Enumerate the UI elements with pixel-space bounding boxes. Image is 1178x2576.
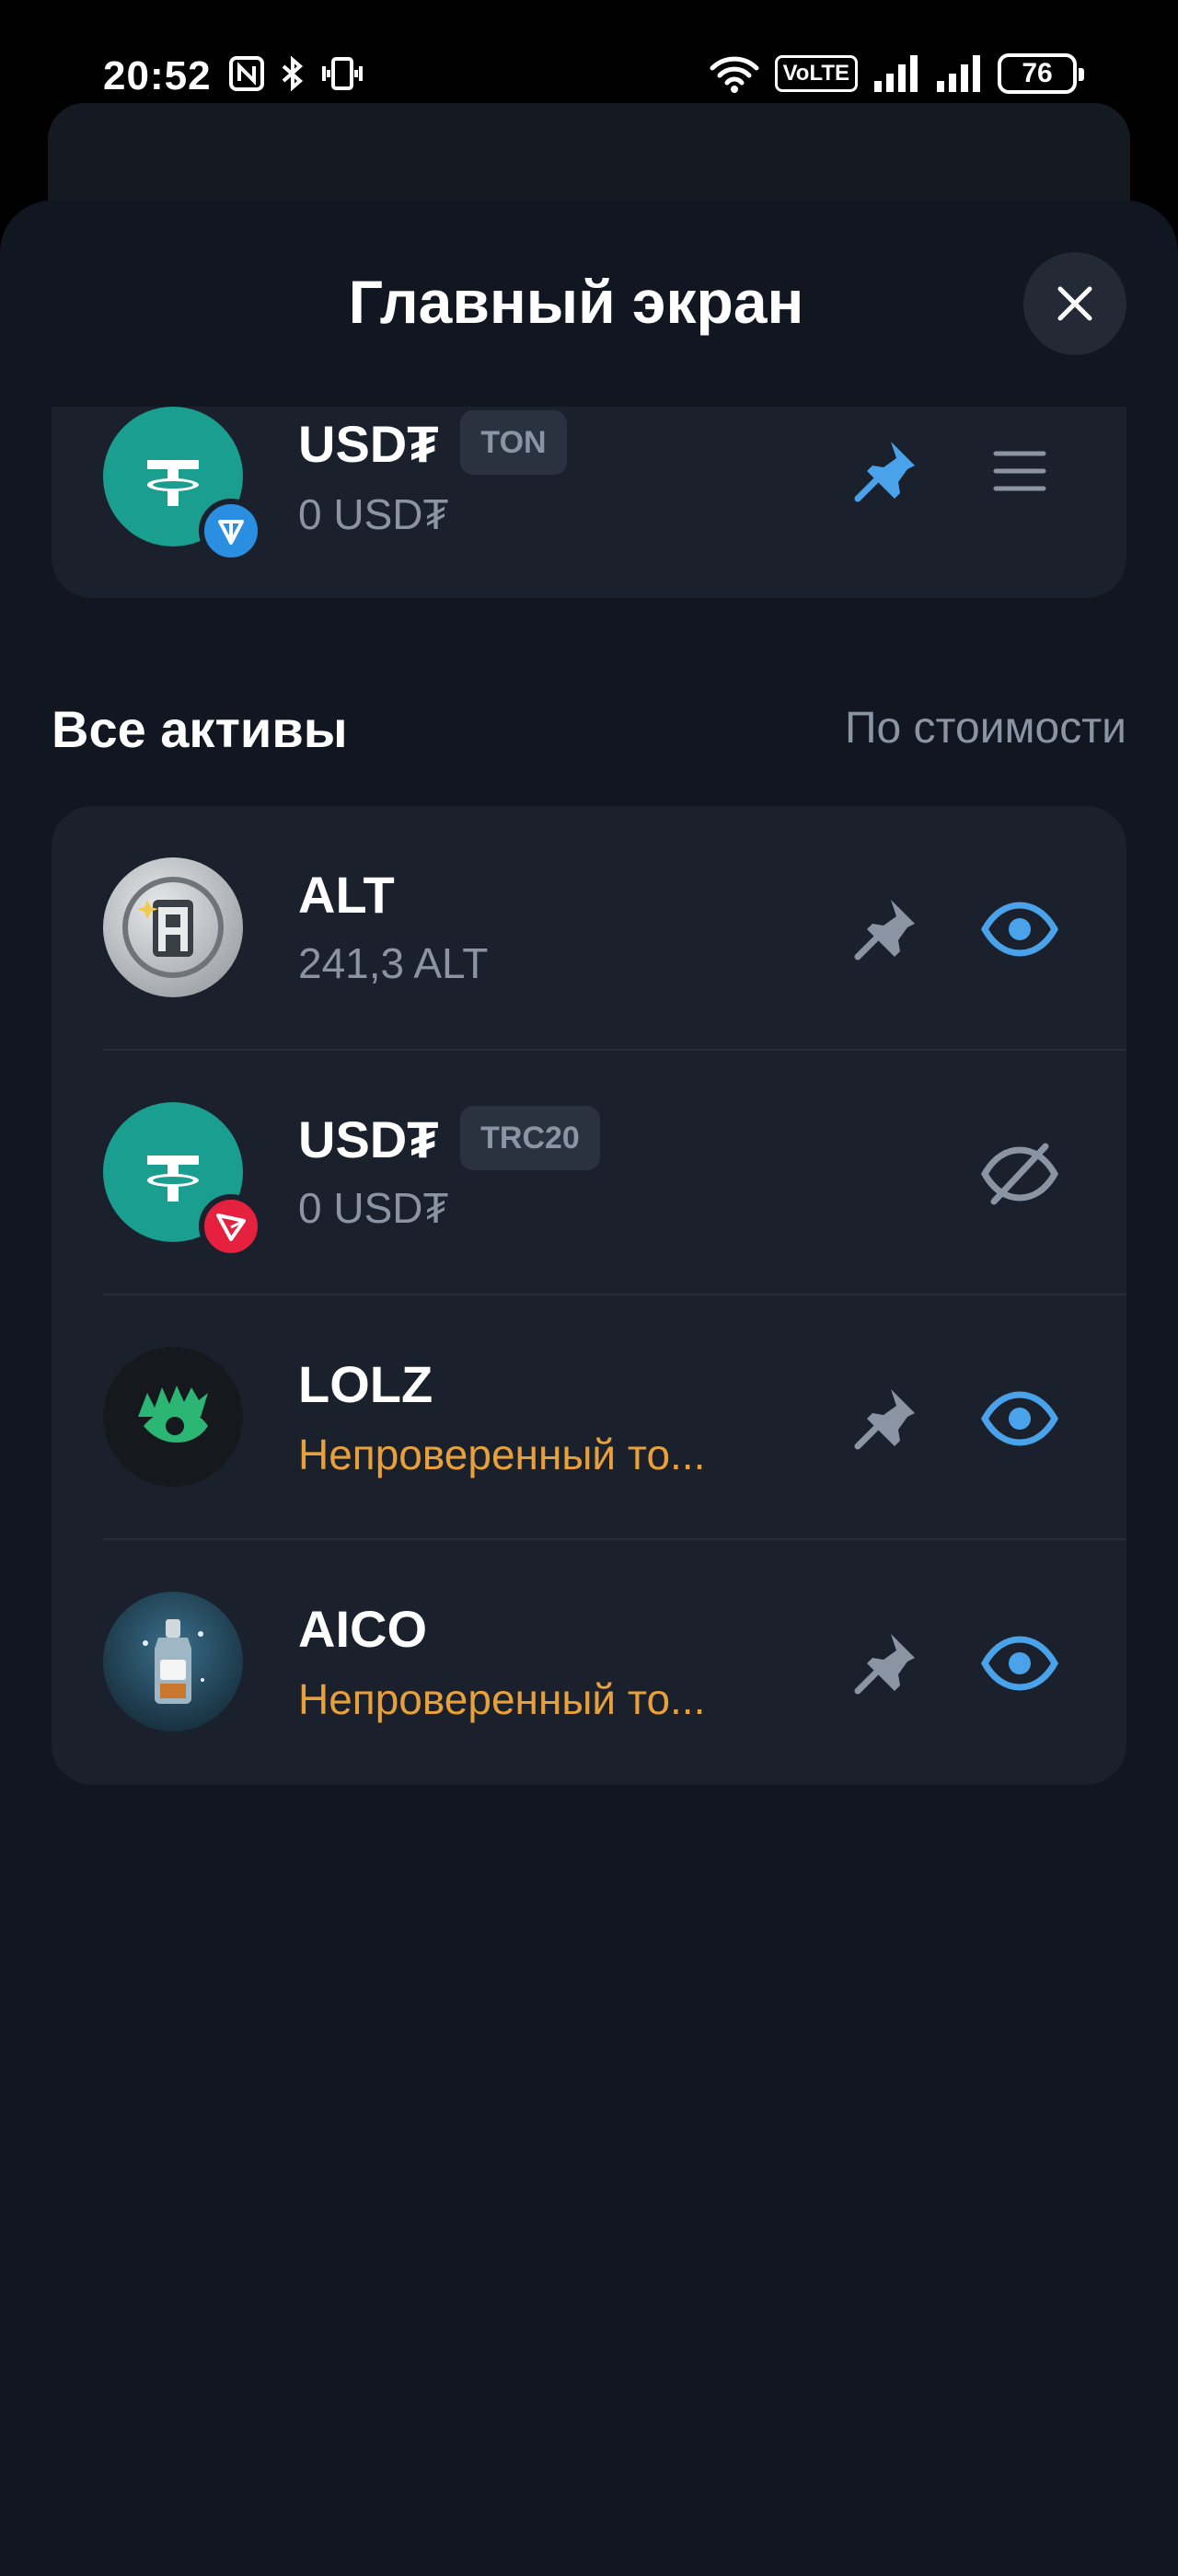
- status-icons-right: VoLTE 76: [709, 53, 1084, 94]
- token-avatar: [103, 1102, 263, 1259]
- asset-row-lolz[interactable]: LOLZ Непроверенный то...: [52, 1295, 1126, 1539]
- tether-icon: [147, 460, 199, 506]
- visibility-toggle[interactable]: [974, 883, 1066, 975]
- eye-icon: [981, 902, 1058, 957]
- pin-icon: [854, 442, 915, 502]
- pinned-assets-card: USD₮ TON 0 USD₮: [52, 407, 1126, 598]
- eye-icon: [981, 1391, 1058, 1446]
- tether-icon: [147, 1156, 199, 1202]
- pin-button[interactable]: [839, 1373, 931, 1465]
- unverified-warning: Непроверенный то...: [298, 1675, 706, 1723]
- tron-network-icon: [199, 1194, 263, 1259]
- visibility-toggle[interactable]: [974, 1128, 1066, 1220]
- network-chip: TRC20: [460, 1106, 600, 1170]
- pin-button[interactable]: [839, 1617, 931, 1709]
- asset-row-usdt-trc20[interactable]: USD₮ TRC20 0 USD₮: [52, 1051, 1126, 1294]
- pin-icon: [854, 1634, 915, 1695]
- volte-badge: VoLTE: [774, 55, 858, 92]
- status-bar: 20:52 VoLTE 76: [0, 0, 1178, 101]
- token-avatar: [103, 407, 263, 563]
- signal-icon-2: [937, 55, 980, 92]
- bluetooth-icon: [282, 55, 304, 92]
- nfc-icon: [229, 56, 264, 91]
- lolz-icon: [138, 1386, 208, 1443]
- wifi-icon: [710, 56, 759, 93]
- unverified-warning: Непроверенный то...: [298, 1431, 706, 1478]
- pin-icon: [854, 900, 915, 960]
- page-title: Главный экран: [348, 268, 804, 336]
- token-avatar: [103, 1592, 243, 1731]
- ton-network-icon: [199, 499, 263, 563]
- token-balance: 241,3 ALT: [298, 939, 489, 987]
- token-name: LOLZ: [298, 1355, 433, 1413]
- drag-handle[interactable]: [974, 425, 1066, 517]
- signal-icon: [874, 55, 918, 92]
- all-assets-card: ALT 241,3 ALT USD₮ TRC20 0 USD₮ LOLZ Неп…: [52, 806, 1126, 1785]
- drag-handle-icon: [993, 451, 1046, 491]
- eye-icon: [981, 1636, 1058, 1691]
- token-balance: 0 USD₮: [298, 490, 449, 538]
- token-name: ALT: [298, 866, 395, 924]
- section-title: Все активы: [52, 700, 348, 758]
- sort-selector[interactable]: По стоимости: [845, 703, 1126, 753]
- status-icons-left: [228, 55, 364, 92]
- visibility-toggle[interactable]: [974, 1373, 1066, 1465]
- token-avatar: [103, 1347, 243, 1487]
- close-icon: [1057, 286, 1092, 321]
- pin-button[interactable]: [839, 425, 931, 517]
- token-balance: 0 USD₮: [298, 1184, 449, 1232]
- token-name: USD₮: [298, 415, 439, 473]
- status-time: 20:52: [103, 53, 212, 98]
- vibrate-icon: [322, 57, 363, 90]
- token-avatar: [103, 857, 243, 997]
- eye-off-icon: [981, 1143, 1058, 1205]
- alt-coin-icon: [122, 877, 224, 978]
- network-chip: TON: [460, 410, 567, 475]
- pin-button[interactable]: [839, 883, 931, 975]
- visibility-toggle[interactable]: [974, 1617, 1066, 1709]
- asset-row-aico[interactable]: AICO Непроверенный то...: [52, 1540, 1126, 1784]
- pin-icon: [854, 1389, 915, 1450]
- asset-row-alt[interactable]: ALT 241,3 ALT: [52, 806, 1126, 1050]
- token-name: USD₮: [298, 1110, 439, 1168]
- battery-indicator: 76: [998, 53, 1084, 94]
- token-name: AICO: [298, 1600, 427, 1658]
- aico-icon: [143, 1619, 204, 1704]
- pinned-item-usdt-ton[interactable]: USD₮ TON 0 USD₮: [52, 407, 1126, 598]
- close-button[interactable]: [1023, 252, 1126, 355]
